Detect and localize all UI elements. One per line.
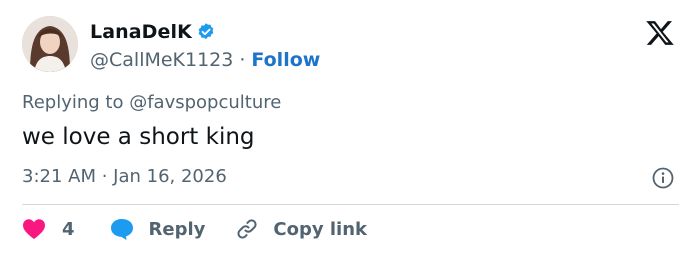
separator-dot: · xyxy=(239,49,246,71)
author-name-row: LanaDelK xyxy=(90,19,216,45)
author-handle[interactable]: @CallMeK1123 xyxy=(90,49,233,71)
avatar-photo xyxy=(22,16,78,72)
reply-button[interactable]: Reply xyxy=(109,217,206,241)
info-icon[interactable] xyxy=(651,166,675,190)
like-count: 4 xyxy=(62,218,75,240)
link-icon xyxy=(235,217,259,241)
replying-to-text: Replying to @favspopculture xyxy=(22,92,282,113)
like-button[interactable]: 4 xyxy=(22,218,75,240)
divider xyxy=(22,204,679,205)
copy-link-button[interactable]: Copy link xyxy=(235,217,367,241)
tweet-actions-bar: 4 Reply Copy link xyxy=(22,214,367,244)
copy-link-label: Copy link xyxy=(273,218,367,240)
heart-icon xyxy=(22,218,46,240)
speech-bubble-icon xyxy=(109,217,135,241)
avatar[interactable] xyxy=(22,16,78,72)
reply-label: Reply xyxy=(148,218,206,240)
follow-button[interactable]: Follow xyxy=(251,49,320,71)
tweet-timestamp[interactable]: 3:21 AM · Jan 16, 2026 xyxy=(22,166,227,187)
x-logo-icon[interactable] xyxy=(645,18,675,48)
verified-badge-icon xyxy=(196,22,216,42)
author-display-name[interactable]: LanaDelK xyxy=(90,21,192,43)
tweet-card: LanaDelK @CallMeK1123 · Follow Replying … xyxy=(0,0,700,256)
tweet-text: we love a short king xyxy=(22,124,255,150)
author-handle-row: @CallMeK1123 · Follow xyxy=(90,47,320,73)
